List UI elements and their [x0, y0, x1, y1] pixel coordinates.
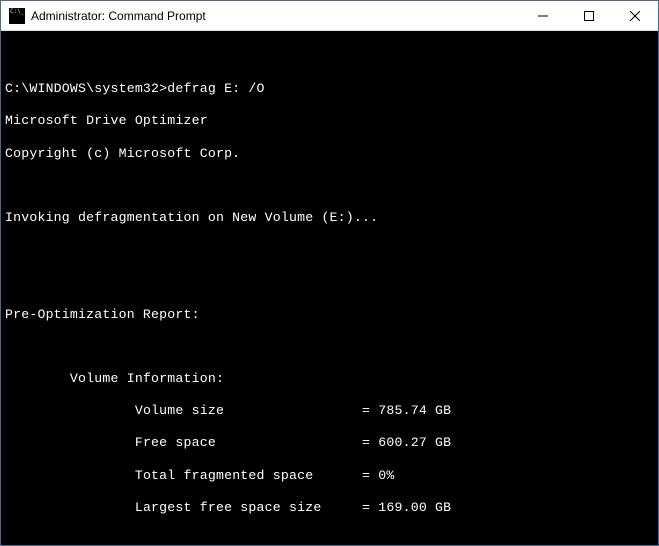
cmd-icon [9, 8, 25, 24]
blank-line [5, 178, 654, 194]
blank-line [5, 242, 654, 258]
kv-row: Free space = 600.27 GB [5, 435, 654, 451]
blank-line [5, 339, 654, 355]
kv-row: Total fragmented space = 0% [5, 468, 654, 484]
copyright: Copyright (c) Microsoft Corp. [5, 146, 654, 162]
blank-line [5, 49, 654, 65]
app-name: Microsoft Drive Optimizer [5, 113, 654, 129]
prompt-line: C:\WINDOWS\system32>defrag E: /O [5, 81, 654, 97]
close-button[interactable] [612, 1, 658, 31]
minimize-button[interactable] [520, 1, 566, 31]
kv-row: Largest free space size = 169.00 GB [5, 500, 654, 516]
console-output[interactable]: C:\WINDOWS\system32>defrag E: /O Microso… [1, 31, 658, 545]
prompt-path: C:\WINDOWS\system32> [5, 81, 167, 96]
volume-info-header: Volume Information: [5, 371, 654, 387]
maximize-button[interactable] [566, 1, 612, 31]
titlebar[interactable]: Administrator: Command Prompt [1, 1, 658, 31]
invoke-line: Invoking defragmentation on New Volume (… [5, 210, 654, 226]
command-text: defrag E: /O [167, 81, 264, 96]
blank-line [5, 532, 654, 545]
window-title: Administrator: Command Prompt [31, 9, 206, 23]
kv-row: Volume size = 785.74 GB [5, 403, 654, 419]
blank-line [5, 274, 654, 290]
pre-report-title: Pre-Optimization Report: [5, 307, 654, 323]
